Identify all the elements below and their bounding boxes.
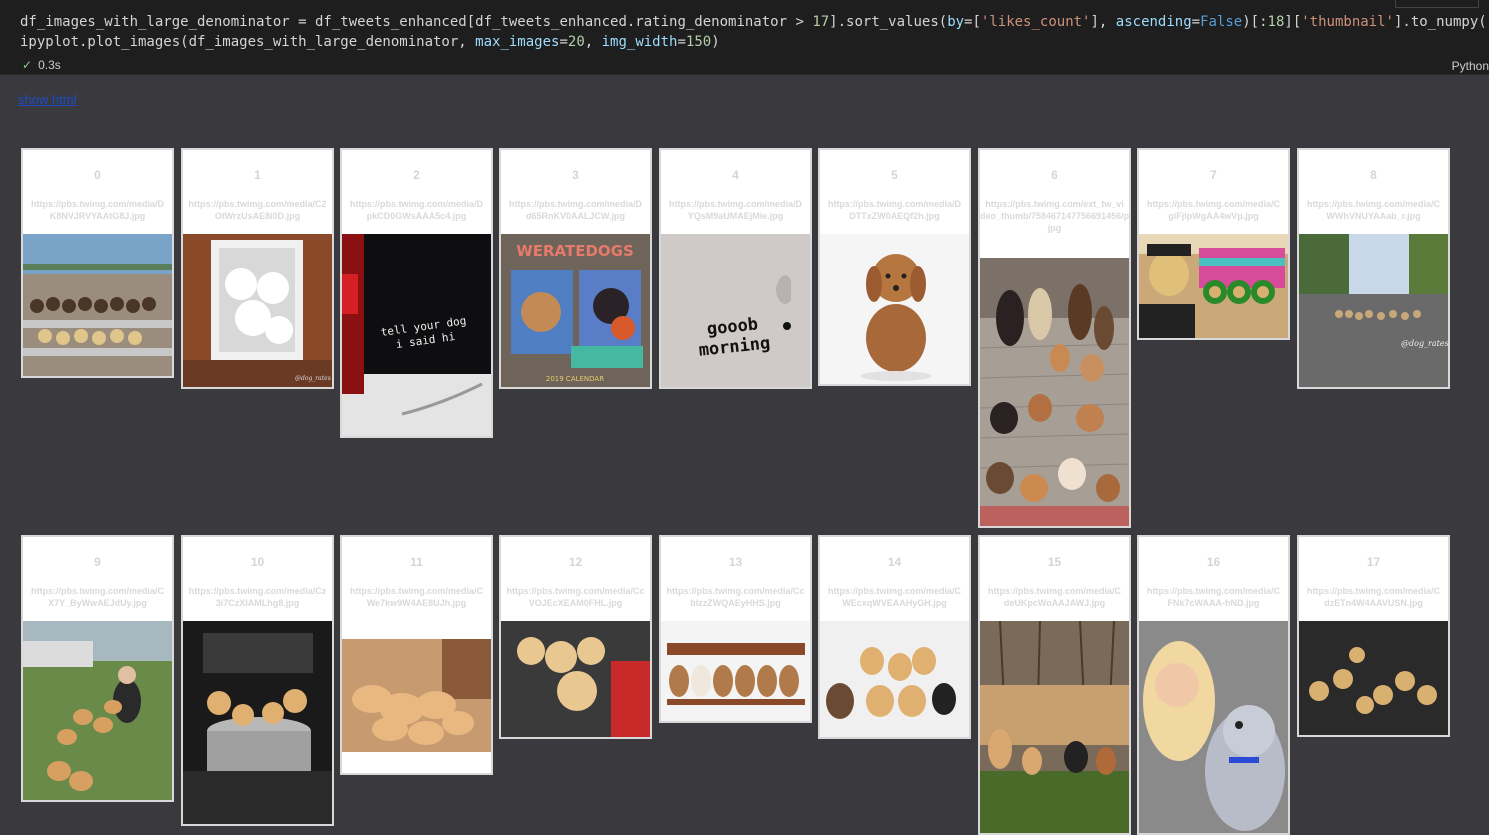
tile-index: 5 (891, 168, 898, 182)
language-label[interactable]: Python (1452, 59, 1489, 73)
image-tile: 5 https://pbs.twimg.com/media/D DTTxZW0AE… (818, 148, 971, 386)
tile-index: 7 (1210, 168, 1217, 182)
tile-url: https://pbs.twimg.com/media/D K8NVJRVYAAt… (30, 199, 164, 221)
tile-index: 12 (568, 555, 583, 569)
woman-with-puppies-photo (23, 621, 172, 800)
tile-index: 9 (94, 555, 101, 569)
tile-url: https://pbs.twimg.com/media/C deUKpcWoAAJ… (987, 586, 1121, 608)
tile-url: https://pbs.twimg.com/media/C WEcxqWVEAAH… (827, 586, 961, 608)
dogs-in-costumes-photo (1139, 234, 1288, 338)
tile-index: 1 (254, 168, 261, 182)
tile-index: 11 (410, 555, 423, 569)
tile-url: https://pbs.twimg.com/media/D d65RnKV0AAL… (508, 199, 642, 221)
image-tile: 4 https://pbs.twimg.com/media/D YQsM9aUMA… (659, 148, 812, 389)
image-tile: 2 https://pbs.twimg.com/media/D pkCD0GWsA… (340, 148, 493, 438)
tile-url: https://pbs.twimg.com/media/C FNk7cWAAA-h… (1146, 586, 1280, 608)
tile-index: 15 (1047, 555, 1062, 569)
image-tile: 10 https://pbs.twimg.com/media/Cz 3i7CzXI… (181, 535, 334, 826)
puppies-held-photo (501, 621, 650, 737)
tile-url: https://pbs.twimg.com/media/D DTTxZW0AEQf… (827, 199, 961, 221)
dogs-by-fence-photo (980, 621, 1129, 833)
fluffy-puppy-photo (820, 234, 969, 384)
puppies-on-bench-photo (661, 621, 810, 721)
tile-index: 8 (1370, 168, 1377, 182)
image-tile: 12 https://pbs.twimg.com/media/Cc VOJEcXE… (499, 535, 652, 739)
code-cell[interactable]: df_images_with_large_denominator = df_tw… (0, 0, 1489, 75)
cell-toolbar (1395, 0, 1479, 8)
dogs-on-street-photo: @dog_rates (1299, 234, 1448, 387)
tile-url: https://pbs.twimg.com/media/D pkCD0GWsAAA… (349, 199, 483, 221)
puppy-pile-photo (342, 639, 491, 752)
image-tile: 17 https://pbs.twimg.com/media/C dzETn4W4… (1297, 535, 1450, 737)
image-tile: 14 https://pbs.twimg.com/media/C WEcxqWVE… (818, 535, 971, 739)
svg-text:@dog_rates: @dog_rates (295, 375, 331, 382)
tile-url: https://pbs.twimg.com/media/Cc blzzZWQAEy… (666, 586, 805, 608)
image-tile: 15 https://pbs.twimg.com/media/C deUKpcWo… (978, 535, 1131, 835)
tile-url: https://pbs.twimg.com/media/D YQsM9aUMAEj… (668, 199, 802, 221)
tile-index: 6 (1051, 168, 1058, 182)
image-tile: 1 https://pbs.twimg.com/media/C2 OtWrzUsA… (181, 148, 334, 389)
svg-text:@dog_rates: @dog_rates (1401, 339, 1448, 348)
tile-index: 3 (572, 168, 579, 182)
execution-status: ✓ 0.3s (22, 58, 61, 72)
tile-url: https://pbs.twimg.com/media/C giFjlpWgAA4… (1146, 199, 1280, 221)
puppies-in-dark-photo (1299, 621, 1448, 735)
tile-url: https://pbs.twimg.com/media/C WWhVNUYAAab… (1306, 199, 1440, 221)
check-icon: ✓ (22, 58, 33, 72)
calendar-cover-photo: WERATEDOGS 2019 CALENDAR (501, 234, 650, 387)
puppies-in-bath-photo (820, 621, 969, 737)
code-line-1: df_images_with_large_denominator = df_tw… (20, 14, 1489, 30)
tile-url: https://pbs.twimg.com/media/Cz 3i7CzXIAML… (188, 586, 327, 608)
tile-index: 0 (94, 168, 101, 182)
tile-url: https://pbs.twimg.com/media/C We7kw9W4AE8… (349, 586, 483, 608)
show-html-link[interactable]: show html (18, 92, 77, 107)
image-tile: 7 https://pbs.twimg.com/media/C giFjlpWgA… (1137, 148, 1290, 340)
image-tile: 13 https://pbs.twimg.com/media/Cc blzzZWQ… (659, 535, 812, 723)
tile-url: https://pbs.twimg.com/media/C dzETn4W4AAV… (1306, 586, 1440, 608)
cell-output: show html 0 https://pbs.twimg.com/media/… (5, 75, 1489, 835)
puppies-in-tub-photo (183, 621, 332, 824)
tile-index: 4 (732, 168, 739, 182)
laptop-sticker-photo: gooob morning (661, 234, 810, 387)
woman-with-dog-selfie-photo (1139, 621, 1288, 833)
dogs-on-bleachers-photo (23, 234, 172, 376)
tile-index: 10 (250, 555, 265, 569)
svg-text:2019 CALENDAR: 2019 CALENDAR (546, 375, 604, 383)
code-editor[interactable]: df_images_with_large_denominator = df_tw… (20, 12, 1489, 52)
code-line-2: ipyplot.plot_images(df_images_with_large… (20, 34, 720, 50)
tile-url: https://pbs.twimg.com/media/C2 OtWrzUsAE8… (188, 199, 327, 221)
tile-index: 13 (728, 555, 743, 569)
tile-url: https://pbs.twimg.com/media/C X7Y_ByWwAEJ… (30, 586, 164, 608)
tile-index: 17 (1366, 555, 1381, 569)
tile-url: https://pbs.twimg.com/media/Cc VOJEcXEAM0… (506, 586, 645, 608)
tile-index: 14 (887, 555, 902, 569)
car-window-sticker-photo: tell your dog i said hi (342, 234, 491, 436)
image-tile: 9 https://pbs.twimg.com/media/C X7Y_ByWwA… (21, 535, 174, 802)
tile-url: https://pbs.twimg.com/ext_tw_vi deo_thumb… (980, 199, 1129, 233)
image-tile: 8 https://pbs.twimg.com/media/C WWhVNUYAA… (1297, 148, 1450, 389)
image-tile: 6 https://pbs.twimg.com/ext_tw_vi deo_thu… (978, 148, 1131, 528)
execution-time: 0.3s (38, 58, 61, 72)
image-tile: 16 https://pbs.twimg.com/media/C FNk7cWAA… (1137, 535, 1290, 835)
image-tile: 0 https://pbs.twimg.com/media/D K8NVJRVYA… (21, 148, 174, 378)
puppies-in-doorway-photo: @dog_rates (183, 234, 332, 387)
tile-index: 16 (1206, 555, 1221, 569)
many-dogs-on-porch-photo (980, 258, 1129, 526)
image-tile: 11 https://pbs.twimg.com/media/C We7kw9W4… (340, 535, 493, 775)
svg-text:WERATEDOGS: WERATEDOGS (516, 242, 634, 260)
image-tile: 3 https://pbs.twimg.com/media/D d65RnKV0A… (499, 148, 652, 389)
tile-index: 2 (413, 168, 420, 182)
